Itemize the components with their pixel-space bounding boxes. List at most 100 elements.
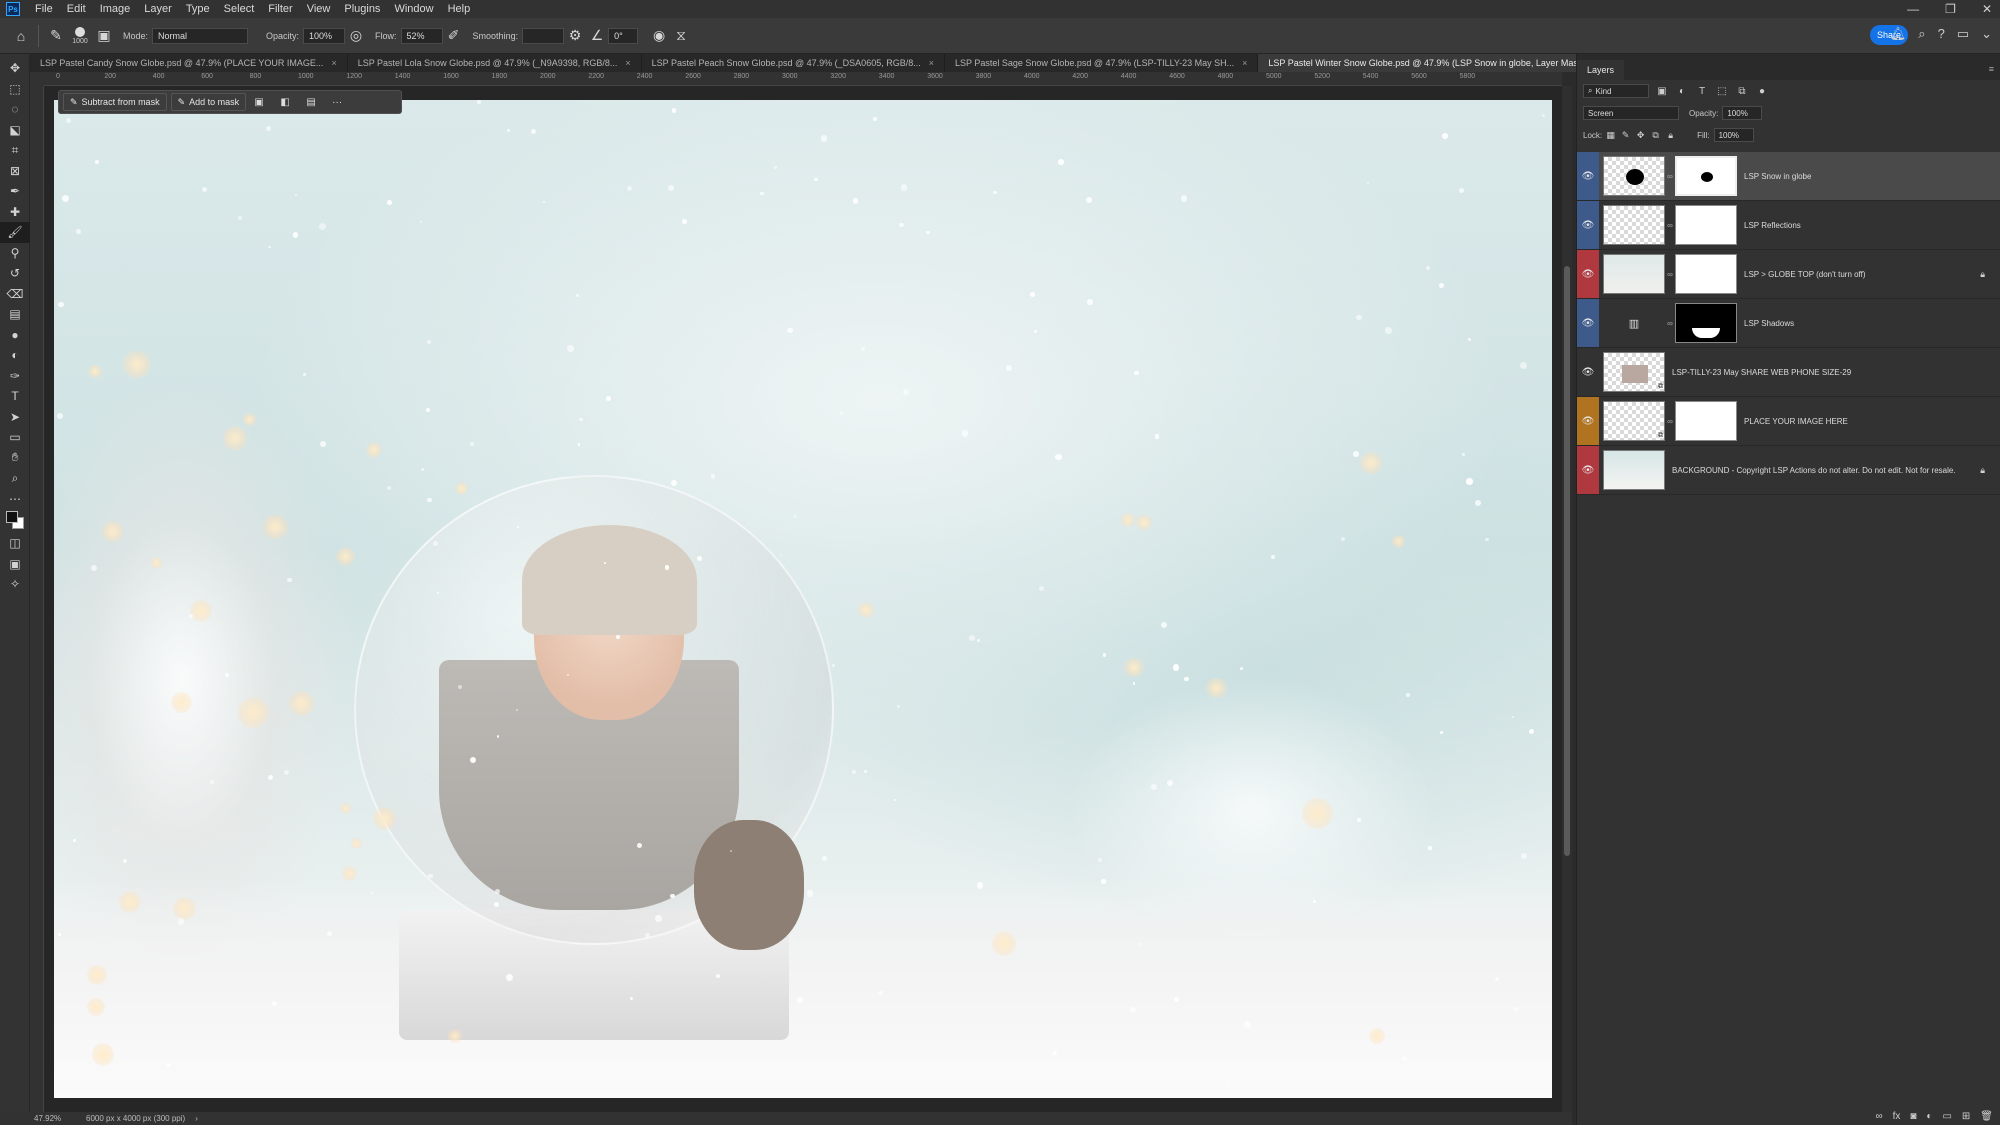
menu-help[interactable]: Help — [441, 3, 478, 15]
tab-candy[interactable]: LSP Pastel Candy Snow Globe.psd @ 47.9% … — [30, 54, 348, 72]
layer-thumbnail[interactable]: ⧉ — [1603, 401, 1665, 441]
visibility-toggle[interactable]: 👁︎ — [1577, 299, 1599, 347]
home-icon[interactable]: ⌂ — [10, 25, 32, 47]
close-icon[interactable]: × — [625, 58, 630, 68]
zoom-level[interactable]: 47.92% — [0, 1114, 61, 1123]
spot-healing-tool-icon[interactable]: ✚ — [0, 202, 30, 223]
adjustment-filter-icon[interactable]: ◐ — [1675, 84, 1689, 98]
color-swatches[interactable] — [0, 509, 30, 533]
mask-link-icon[interactable]: ∞ — [1665, 270, 1675, 279]
new-adjustment-icon[interactable]: ◐ — [1926, 1111, 1932, 1122]
menu-edit[interactable]: Edit — [60, 3, 93, 15]
new-layer-icon[interactable]: ⊞ — [1962, 1111, 1970, 1122]
layer-row[interactable]: 👁︎ ∞ LSP Reflections — [1577, 201, 2000, 250]
subtract-from-mask-button[interactable]: ✎ Subtract from mask — [63, 93, 167, 111]
history-brush-tool-icon[interactable]: ↺ — [0, 263, 30, 284]
layer-thumbnail[interactable] — [1603, 156, 1665, 196]
delete-layer-icon[interactable]: 🗑︎ — [1980, 1111, 1993, 1122]
eyedropper-tool-icon[interactable]: ✒ — [0, 181, 30, 202]
mask-link-icon[interactable]: ∞ — [1665, 417, 1675, 426]
generative-icon[interactable]: ✧ — [0, 574, 30, 595]
lock-transparency-icon[interactable]: ▦ — [1604, 129, 1617, 142]
pixel-filter-icon[interactable]: ▣ — [1655, 84, 1669, 98]
gradient-tool-icon[interactable]: ▤ — [0, 304, 30, 325]
frame-tool-icon[interactable]: ⊠ — [0, 161, 30, 182]
brush-tool-icon[interactable]: 🖌︎ — [0, 222, 30, 243]
brush-settings-icon[interactable]: ▣ — [93, 25, 115, 47]
blend-mode-select[interactable]: Screen — [1583, 106, 1679, 120]
lasso-tool-icon[interactable]: ◌ — [0, 99, 30, 120]
zoom-tool-icon[interactable]: ⌕ — [0, 468, 30, 489]
smart-object-filter-icon[interactable]: ⧉ — [1735, 84, 1749, 98]
layer-row[interactable]: 👁︎ ⧉ ∞ PLACE YOUR IMAGE HERE — [1577, 397, 2000, 446]
menu-window[interactable]: Window — [387, 3, 440, 15]
crop-tool-icon[interactable]: ⌗ — [0, 140, 30, 161]
more-options-icon[interactable]: ··· — [324, 92, 350, 112]
menu-layer[interactable]: Layer — [137, 3, 179, 15]
close-icon[interactable]: × — [929, 58, 934, 68]
tab-winter[interactable]: LSP Pastel Winter Snow Globe.psd @ 47.9%… — [1258, 54, 1624, 72]
status-arrow-icon[interactable]: › — [195, 1114, 198, 1123]
layer-row[interactable]: 👁︎ ▥ ∞ LSP Shadows — [1577, 299, 2000, 348]
shape-filter-icon[interactable]: ⬚ — [1715, 84, 1729, 98]
add-to-mask-button[interactable]: ✎ Add to mask — [170, 93, 247, 111]
menu-filter[interactable]: Filter — [261, 3, 299, 15]
smoothing-field[interactable] — [522, 27, 565, 44]
adjustment-layer-icon[interactable]: ▥ — [1603, 303, 1665, 343]
more-tools-icon[interactable]: ⋯ — [0, 489, 30, 510]
object-selection-tool-icon[interactable]: ⬕ — [0, 120, 30, 141]
layer-style-fx-icon[interactable]: fx — [1893, 1111, 1901, 1122]
lock-position-icon[interactable]: ✥ — [1634, 129, 1647, 142]
dodge-tool-icon[interactable]: ◐ — [0, 345, 30, 366]
menu-select[interactable]: Select — [217, 3, 262, 15]
quick-mask-icon[interactable]: ◫ — [0, 533, 30, 554]
layer-row[interactable]: 👁︎ ⧉ LSP-TILLY-23 May SHARE WEB PHONE SI… — [1577, 348, 2000, 397]
menu-image[interactable]: Image — [93, 3, 138, 15]
pressure-opacity-icon[interactable]: ◎ — [345, 25, 367, 47]
layer-row[interactable]: 👁︎ BACKGROUND - Copyright LSP Actions do… — [1577, 446, 2000, 495]
tab-peach[interactable]: LSP Pastel Peach Snow Globe.psd @ 47.9% … — [642, 54, 945, 72]
layer-mask-thumbnail[interactable] — [1675, 401, 1737, 441]
layer-row[interactable]: 👁︎ ∞ LSP > GLOBE TOP (don't turn off) 🔒︎ — [1577, 250, 2000, 299]
pen-tool-icon[interactable]: ✑ — [0, 366, 30, 387]
marquee-tool-icon[interactable]: ⬚ — [0, 79, 30, 100]
type-tool-icon[interactable]: T — [0, 386, 30, 407]
notifications-bell-icon[interactable]: 🔔︎ — [1890, 26, 1907, 42]
foreground-color-swatch[interactable] — [6, 511, 18, 523]
brush-tool-preset-icon[interactable]: ✎ — [45, 25, 67, 47]
layer-mask-thumbnail[interactable] — [1675, 254, 1737, 294]
panel-menu-icon[interactable]: ≡ — [1989, 64, 1994, 74]
layer-thumbnail[interactable]: ⧉ — [1603, 352, 1665, 392]
blur-tool-icon[interactable]: ● — [0, 325, 30, 346]
vertical-scrollbar[interactable] — [1562, 86, 1572, 1112]
layer-row[interactable]: 👁︎ ∞ LSP Snow in globe — [1577, 152, 2000, 201]
tab-sage[interactable]: LSP Pastel Sage Snow Globe.psd @ 47.9% (… — [945, 54, 1259, 72]
visibility-toggle[interactable]: 👁︎ — [1577, 348, 1599, 396]
filter-toggle-icon[interactable]: ● — [1755, 84, 1769, 98]
workspace-icon[interactable]: ▭ — [1957, 26, 1969, 42]
type-filter-icon[interactable]: T — [1695, 84, 1709, 98]
mask-link-icon[interactable]: ∞ — [1665, 319, 1675, 328]
visibility-toggle[interactable]: 👁︎ — [1577, 152, 1599, 200]
eraser-tool-icon[interactable]: ⌫ — [0, 284, 30, 305]
invert-mask-icon[interactable]: ▣ — [246, 92, 272, 112]
link-layers-icon[interactable]: ∞ — [1875, 1111, 1882, 1122]
move-tool-icon[interactable]: ✥ — [0, 58, 30, 79]
horizontal-ruler[interactable]: 0 200 400 600 800 1000 1200 1400 1600 1800 2000 220… — [44, 72, 1562, 86]
close-icon[interactable]: × — [331, 58, 336, 68]
layer-thumbnail[interactable] — [1603, 254, 1665, 294]
airbrush-icon[interactable]: ✐ — [443, 25, 465, 47]
minimize-button[interactable]: — — [1907, 2, 1919, 16]
help-icon[interactable]: ? — [1938, 26, 1945, 42]
fill-mask-icon[interactable]: ▤ — [298, 92, 324, 112]
search-icon[interactable]: ⌕ — [1918, 26, 1925, 42]
pressure-size-icon[interactable]: ◉ — [648, 25, 670, 47]
restore-button[interactable]: ❐ — [1945, 2, 1956, 16]
visibility-toggle[interactable]: 👁︎ — [1577, 397, 1599, 445]
rectangle-tool-icon[interactable]: ▭ — [0, 427, 30, 448]
fill-field[interactable]: 100% — [1713, 128, 1754, 142]
screen-mode-icon[interactable]: ▣ — [0, 554, 30, 575]
lock-pixels-icon[interactable]: ✎ — [1619, 129, 1632, 142]
lock-artboard-icon[interactable]: ⧉ — [1649, 129, 1662, 142]
layer-mask-thumbnail[interactable] — [1675, 303, 1737, 343]
